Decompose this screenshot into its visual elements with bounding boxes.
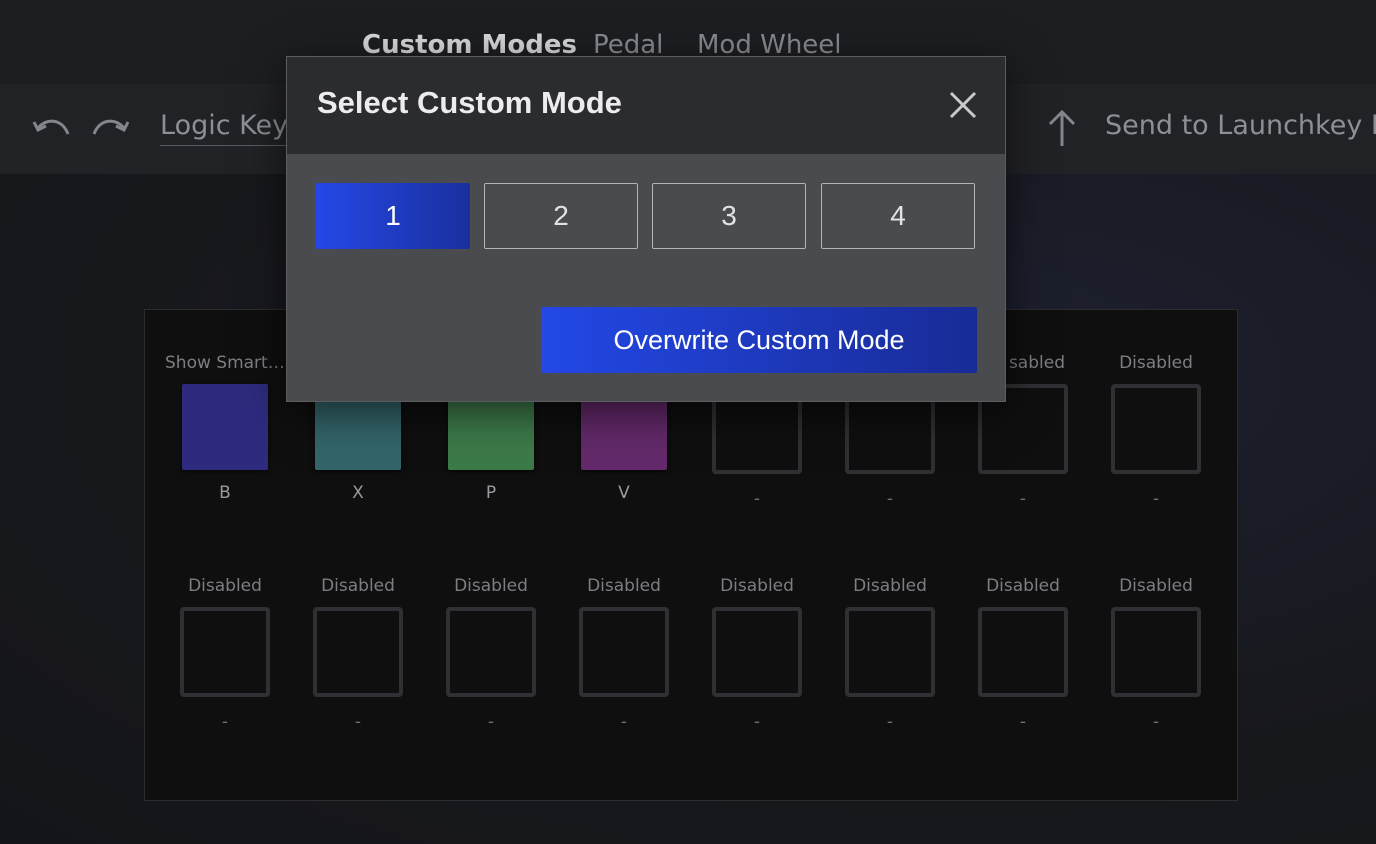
pad-key-label: X	[352, 483, 364, 503]
pad-key-label: -	[753, 712, 761, 732]
pad-square[interactable]	[313, 607, 403, 697]
pad-key-label: -	[221, 712, 229, 732]
mode-4-button[interactable]: 4	[821, 183, 975, 249]
pad-1[interactable]: Show Smart ... B	[165, 352, 285, 504]
pad-key-label: -	[1152, 489, 1160, 509]
pad-square[interactable]	[446, 607, 536, 697]
mode-3-button[interactable]: 3	[652, 183, 806, 249]
pad-square[interactable]	[182, 384, 268, 470]
pad-key-label: V	[618, 483, 630, 503]
pad-14[interactable]: Disabled -	[830, 575, 950, 733]
pad-13[interactable]: Disabled -	[697, 575, 817, 733]
pad-top-label: Show Smart ...	[165, 353, 285, 373]
pad-15[interactable]: Disabled -	[963, 575, 1083, 733]
pad-12[interactable]: Disabled -	[564, 575, 684, 733]
pad-top-label: Disabled	[188, 576, 262, 596]
pad-square[interactable]	[978, 607, 1068, 697]
pad-9[interactable]: Disabled -	[165, 575, 285, 733]
pad-top-label: Disabled	[321, 576, 395, 596]
dialog-header: Select Custom Mode	[287, 57, 1005, 154]
pad-top-label: Disabled	[1119, 353, 1193, 373]
close-icon[interactable]	[945, 87, 981, 123]
select-custom-mode-dialog: Select Custom Mode 1 2 3 4 Overwrite Cus…	[286, 56, 1006, 402]
pad-key-label: -	[1019, 489, 1027, 509]
pad-16[interactable]: Disabled -	[1096, 575, 1216, 733]
pad-11[interactable]: Disabled -	[431, 575, 551, 733]
pad-square[interactable]	[1111, 607, 1201, 697]
pad-key-label: -	[753, 489, 761, 509]
mode-2-button[interactable]: 2	[484, 183, 638, 249]
pad-key-label: -	[354, 712, 362, 732]
pad-key-label: -	[1019, 712, 1027, 732]
pad-key-label: -	[1152, 712, 1160, 732]
pad-10[interactable]: Disabled -	[298, 575, 418, 733]
send-to-device-button[interactable]: Send to Launchkey M	[1105, 110, 1376, 141]
dialog-title: Select Custom Mode	[317, 85, 622, 120]
pad-8[interactable]: Disabled -	[1096, 352, 1216, 510]
pad-square[interactable]	[845, 607, 935, 697]
pad-top-label: Disabled	[720, 576, 794, 596]
pad-top-label: Disabled	[454, 576, 528, 596]
pad-key-label: -	[886, 489, 894, 509]
pad-square[interactable]	[1111, 384, 1201, 474]
pad-top-label: Disabled	[853, 576, 927, 596]
redo-icon[interactable]	[90, 114, 130, 146]
pad-square[interactable]	[712, 607, 802, 697]
overwrite-custom-mode-button[interactable]: Overwrite Custom Mode	[541, 307, 977, 373]
undo-icon[interactable]	[32, 114, 72, 146]
upload-arrow-icon[interactable]	[1044, 106, 1080, 150]
pad-key-label: -	[487, 712, 495, 732]
pad-square[interactable]	[579, 607, 669, 697]
pad-key-label: -	[886, 712, 894, 732]
pad-top-label: Disabled	[986, 576, 1060, 596]
pad-top-label: Disabled	[1119, 576, 1193, 596]
pad-square[interactable]	[180, 607, 270, 697]
pad-top-label: Disabled	[587, 576, 661, 596]
pad-key-label: P	[485, 483, 497, 503]
pad-key-label: B	[219, 483, 231, 503]
pad-key-label: -	[620, 712, 628, 732]
mode-1-button[interactable]: 1	[316, 183, 470, 249]
